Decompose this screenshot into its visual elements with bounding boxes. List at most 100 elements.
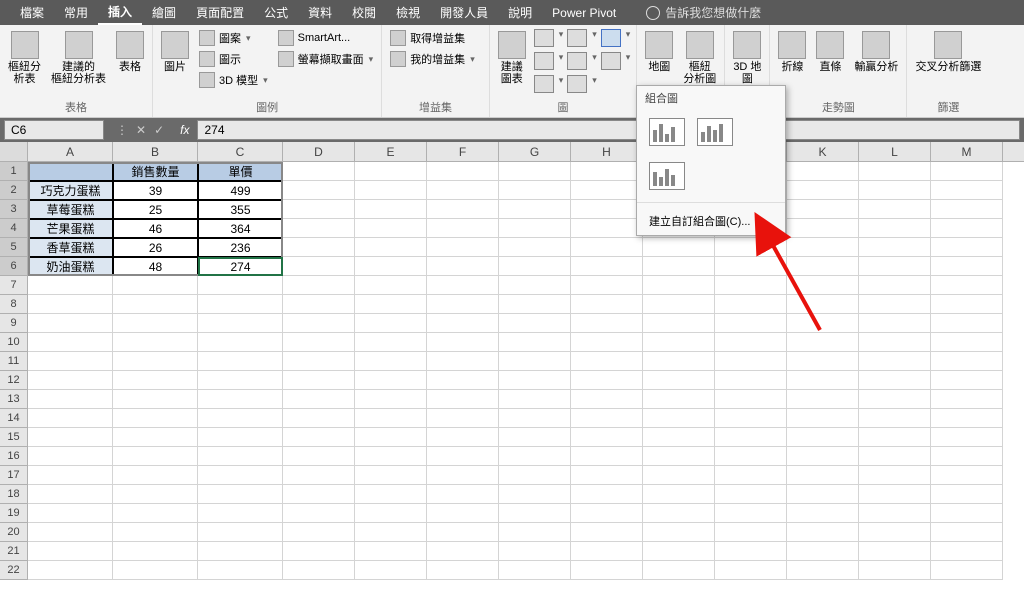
cell-F16[interactable]	[427, 447, 499, 466]
cell-K2[interactable]	[787, 181, 859, 200]
cell-C13[interactable]	[198, 390, 283, 409]
cell-K20[interactable]	[787, 523, 859, 542]
cell-L15[interactable]	[859, 428, 931, 447]
cell-M2[interactable]	[931, 181, 1003, 200]
cell-A22[interactable]	[28, 561, 113, 580]
tab-layout[interactable]: 頁面配置	[186, 0, 254, 25]
cell-E12[interactable]	[355, 371, 427, 390]
cell-F2[interactable]	[427, 181, 499, 200]
cell-E22[interactable]	[355, 561, 427, 580]
cell-C6[interactable]: 274	[198, 257, 283, 276]
cell-J19[interactable]	[715, 504, 787, 523]
cell-D13[interactable]	[283, 390, 355, 409]
cell-C21[interactable]	[198, 542, 283, 561]
cell-E7[interactable]	[355, 276, 427, 295]
cell-H1[interactable]	[571, 162, 643, 181]
cell-G6[interactable]	[499, 257, 571, 276]
cell-H11[interactable]	[571, 352, 643, 371]
cell-H8[interactable]	[571, 295, 643, 314]
cell-G4[interactable]	[499, 219, 571, 238]
cell-D16[interactable]	[283, 447, 355, 466]
name-box[interactable]: C6	[4, 120, 104, 140]
cell-L4[interactable]	[859, 219, 931, 238]
cell-C7[interactable]	[198, 276, 283, 295]
cell-J9[interactable]	[715, 314, 787, 333]
cell-E10[interactable]	[355, 333, 427, 352]
create-custom-combo-chart[interactable]: 建立自訂組合圖(C)...	[637, 207, 785, 235]
col-header-F[interactable]: F	[427, 142, 499, 161]
col-header-M[interactable]: M	[931, 142, 1003, 161]
cell-C18[interactable]	[198, 485, 283, 504]
cell-G19[interactable]	[499, 504, 571, 523]
cell-A7[interactable]	[28, 276, 113, 295]
cell-C22[interactable]	[198, 561, 283, 580]
cell-B16[interactable]	[113, 447, 198, 466]
cell-F22[interactable]	[427, 561, 499, 580]
cell-L7[interactable]	[859, 276, 931, 295]
cell-L13[interactable]	[859, 390, 931, 409]
cell-I20[interactable]	[643, 523, 715, 542]
icons-button[interactable]: 圖示	[197, 50, 270, 68]
cell-I7[interactable]	[643, 276, 715, 295]
cell-A13[interactable]	[28, 390, 113, 409]
cell-K5[interactable]	[787, 238, 859, 257]
row-header-5[interactable]: 5	[0, 238, 28, 257]
col-header-E[interactable]: E	[355, 142, 427, 161]
cell-F6[interactable]	[427, 257, 499, 276]
row-header-9[interactable]: 9	[0, 314, 28, 333]
cell-E15[interactable]	[355, 428, 427, 447]
cell-K16[interactable]	[787, 447, 859, 466]
cell-H2[interactable]	[571, 181, 643, 200]
line-chart-icon[interactable]	[567, 29, 587, 47]
cell-F19[interactable]	[427, 504, 499, 523]
cell-H6[interactable]	[571, 257, 643, 276]
cell-F4[interactable]	[427, 219, 499, 238]
cell-D12[interactable]	[283, 371, 355, 390]
cell-F5[interactable]	[427, 238, 499, 257]
cell-M8[interactable]	[931, 295, 1003, 314]
cell-G20[interactable]	[499, 523, 571, 542]
shapes-button[interactable]: 圖案 ▾	[197, 29, 270, 47]
screenshot-button[interactable]: 螢幕擷取畫面 ▾	[276, 50, 376, 68]
tab-file[interactable]: 檔案	[10, 0, 54, 25]
cell-L21[interactable]	[859, 542, 931, 561]
formula-input[interactable]: 274	[197, 120, 1020, 140]
cell-K11[interactable]	[787, 352, 859, 371]
col-header-D[interactable]: D	[283, 142, 355, 161]
cancel-icon[interactable]: ✕	[136, 123, 146, 137]
cell-A1[interactable]	[28, 162, 113, 181]
cell-I13[interactable]	[643, 390, 715, 409]
cell-C15[interactable]	[198, 428, 283, 447]
row-header-11[interactable]: 11	[0, 352, 28, 371]
cells-area[interactable]: 銷售數量單價巧克力蛋糕39499草莓蛋糕25355芒果蛋糕46364香草蛋糕26…	[28, 162, 1003, 580]
pivotchart-button[interactable]: 樞紐 分析圖	[681, 29, 718, 87]
cell-K6[interactable]	[787, 257, 859, 276]
cell-B1[interactable]: 銷售數量	[113, 162, 198, 181]
cell-M22[interactable]	[931, 561, 1003, 580]
cell-B21[interactable]	[113, 542, 198, 561]
cell-E9[interactable]	[355, 314, 427, 333]
cell-J21[interactable]	[715, 542, 787, 561]
cell-D10[interactable]	[283, 333, 355, 352]
confirm-icon[interactable]: ✓	[154, 123, 164, 137]
row-header-7[interactable]: 7	[0, 276, 28, 295]
cell-K19[interactable]	[787, 504, 859, 523]
cell-M7[interactable]	[931, 276, 1003, 295]
cell-D20[interactable]	[283, 523, 355, 542]
cell-D5[interactable]	[283, 238, 355, 257]
cell-D1[interactable]	[283, 162, 355, 181]
cell-M4[interactable]	[931, 219, 1003, 238]
cell-F17[interactable]	[427, 466, 499, 485]
my-addins-button[interactable]: 我的增益集 ▾	[388, 50, 477, 68]
tours-button[interactable]: 3D 地 圖	[731, 29, 763, 87]
combo-option-2[interactable]	[697, 118, 733, 146]
cell-M20[interactable]	[931, 523, 1003, 542]
cell-F21[interactable]	[427, 542, 499, 561]
cell-K15[interactable]	[787, 428, 859, 447]
row-header-12[interactable]: 12	[0, 371, 28, 390]
cell-L9[interactable]	[859, 314, 931, 333]
cell-H19[interactable]	[571, 504, 643, 523]
tell-me-search[interactable]: 告訴我您想做什麼	[646, 4, 761, 21]
col-header-A[interactable]: A	[28, 142, 113, 161]
sparkline-line-button[interactable]: 折線	[776, 29, 808, 75]
